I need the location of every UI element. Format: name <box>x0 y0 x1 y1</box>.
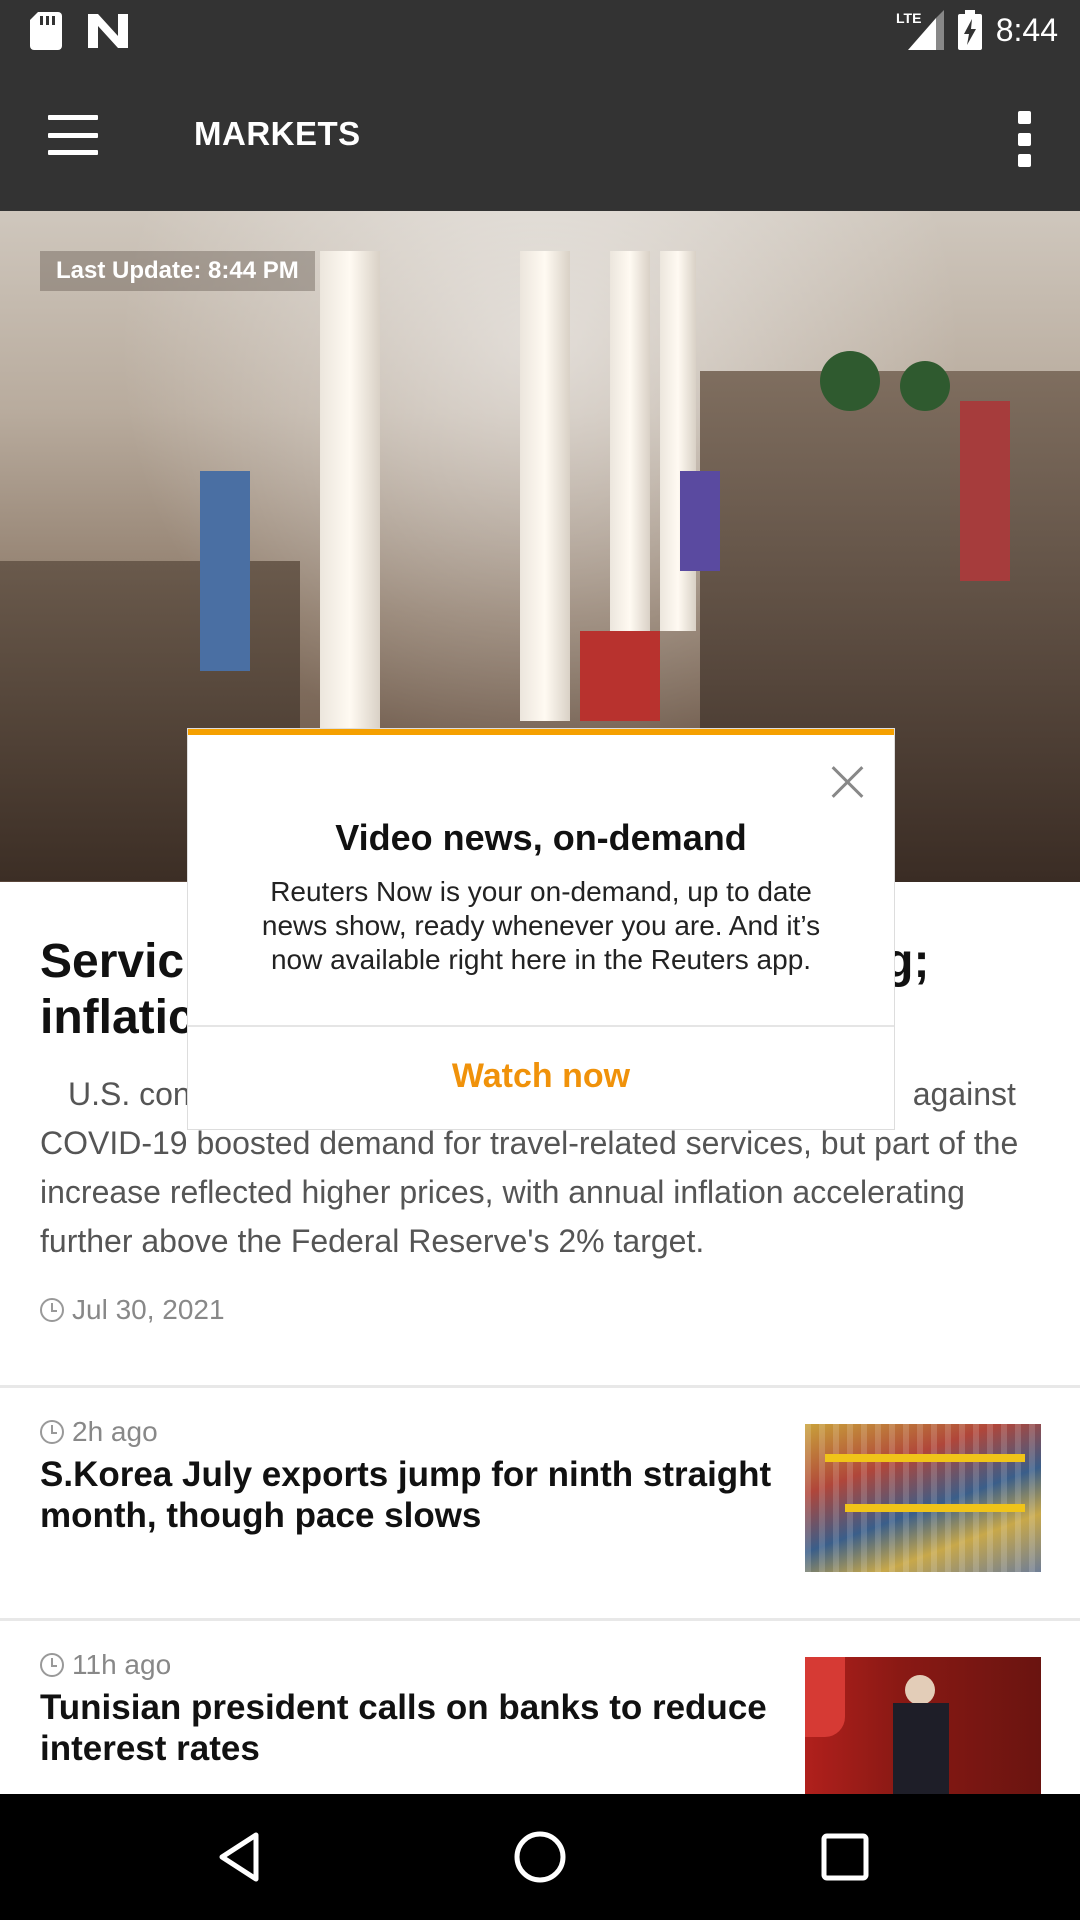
clock-icon <box>40 1420 64 1444</box>
article-summary-right: against <box>912 1076 1016 1112</box>
status-bar: LTE 8:44 <box>0 0 1080 63</box>
story-title[interactable]: Tunisian president calls on banks to red… <box>40 1687 780 1769</box>
close-icon[interactable] <box>830 765 864 799</box>
article-title-left: Servic <box>40 935 185 988</box>
dialog-title: Video news, on-demand <box>335 817 747 858</box>
story-title[interactable]: S.Korea July exports jump for ninth stra… <box>40 1454 780 1536</box>
n-app-icon <box>88 14 128 48</box>
article-summary-left: U.S. con <box>68 1076 191 1112</box>
back-icon[interactable] <box>210 1827 270 1887</box>
clock-icon <box>40 1298 64 1322</box>
dialog-divider <box>188 1025 894 1027</box>
sd-card-icon <box>30 12 62 50</box>
article-date-text: Jul 30, 2021 <box>72 1294 225 1325</box>
article-date: Jul 30, 2021 <box>40 1294 225 1326</box>
story-thumbnail[interactable] <box>805 1657 1041 1797</box>
battery-charging-icon <box>957 10 982 50</box>
dialog-body: Reuters Now is your on-demand, up to dat… <box>261 876 821 975</box>
system-nav-bar <box>0 1794 1080 1920</box>
app-bar: MARKETS <box>0 63 1080 211</box>
recents-icon[interactable] <box>815 1827 875 1887</box>
status-left-icons <box>30 12 128 50</box>
story-time-text: 2h ago <box>72 1416 158 1447</box>
article-title-left-2: inflatic <box>40 991 195 1044</box>
clock-icon <box>40 1653 64 1677</box>
svg-text:LTE: LTE <box>896 10 921 26</box>
story-thumbnail[interactable] <box>805 1424 1041 1572</box>
status-time: 8:44 <box>995 11 1058 48</box>
hamburger-menu-icon[interactable] <box>48 115 98 155</box>
home-icon[interactable] <box>510 1827 570 1887</box>
list-item[interactable]: 2h ago S.Korea July exports jump for nin… <box>0 1388 1080 1618</box>
overflow-menu-icon[interactable] <box>1016 111 1032 167</box>
signal-icon: LTE <box>896 10 944 50</box>
page-title: MARKETS <box>194 115 361 152</box>
promo-dialog: Video news, on-demand Reuters Now is you… <box>188 729 894 1129</box>
story-time: 2h ago <box>40 1416 158 1448</box>
story-time-text: 11h ago <box>72 1649 172 1680</box>
watch-now-button[interactable]: Watch now <box>188 1057 894 1096</box>
last-update-label: Last Update: 8:44 PM <box>40 251 315 291</box>
story-time: 11h ago <box>40 1649 171 1681</box>
article-summary-rest: COVID-19 boosted demand for travel-relat… <box>40 1125 1019 1259</box>
status-right-icons: LTE 8:44 <box>896 10 1058 50</box>
